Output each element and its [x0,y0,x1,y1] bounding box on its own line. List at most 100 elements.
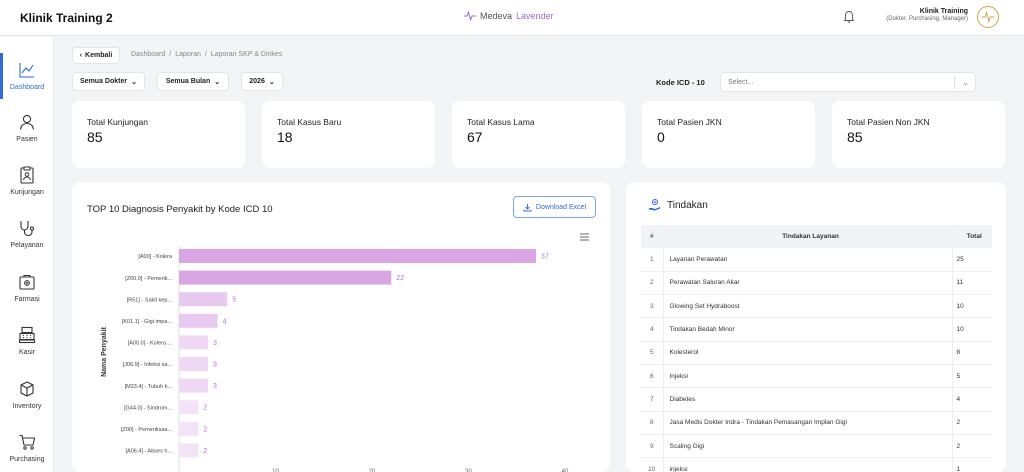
chart-bar [179,335,208,350]
chart-data-label: 4 [223,318,227,325]
row-number: 6 [641,364,663,389]
breadcrumb-item[interactable]: Laporan [175,51,201,58]
row-number: 4 [641,317,663,342]
row-total: 2 [952,434,992,459]
column-header-total: Total [952,225,992,248]
tindakan-title: Tindakan [667,200,708,211]
brand-name: Medeva [480,11,513,21]
tindakan-card: Tindakan # Tindakan Layanan Total 1 Layan… [626,182,1006,472]
row-total: 4 [952,387,992,412]
sidebar-item-kunjungan[interactable]: Kunjungan [0,156,54,206]
stat-label: Total Kasus Lama [467,117,535,127]
brand-icon [464,11,476,21]
chart-data-label: 2 [203,426,207,433]
user-name: Klinik Training [919,8,968,15]
row-tindakan-name: Diabetes [662,387,953,412]
month-filter[interactable]: Semua Bulan ⌄ [157,72,229,91]
row-number: 5 [641,341,663,365]
sidebar-item-label: Pasien [16,136,38,143]
chart-category-label: [A06.4] - Abses h... [126,449,173,455]
table-row: 8 Jasa Medis Dokter Indra - Tindakan Pema… [641,411,992,435]
sidebar: Dashboard Pasien Kunjungan Pelayanan Far… [0,37,54,472]
cash-register-icon [18,326,36,344]
row-number: 10 [641,457,663,472]
tindakan-table: # Tindakan Layanan Total 1 Layanan Perawa… [641,225,992,472]
avatar[interactable] [977,6,999,28]
sidebar-item-farmasi[interactable]: Farmasi [0,263,54,313]
month-filter-value: Semua Bulan [165,78,211,85]
chart-data-label: 3 [213,340,217,347]
sidebar-item-pasien[interactable]: Pasien [0,103,54,153]
row-total: 11 [952,271,992,296]
clipboard-icon [20,166,34,184]
breadcrumb-item[interactable]: Dashboard [131,51,165,58]
sidebar-item-purchasing[interactable]: Purchasing [0,423,54,472]
chart-data-label: 5 [232,297,236,304]
year-filter[interactable]: 2026 ⌄ [241,72,283,91]
chart-category-label: [J06.9] - Infeksi sa... [123,362,173,368]
icd-select-placeholder: Select... [728,78,754,86]
back-button-label: Kembali [85,52,113,59]
column-header-number: # [641,225,663,248]
sidebar-item-label: Pelayanan [10,242,44,249]
row-tindakan-name: Scaling Gigi [662,434,953,459]
stethoscope-icon [20,221,35,237]
brand-name-accent: Lavender [516,11,554,21]
table-row: 9 Scaling Gigi 2 [641,434,992,459]
row-number: 1 [641,248,663,272]
chart-bar [179,249,537,263]
icd-select[interactable]: Select... ⌄ [720,72,976,92]
chart-category-label: [K01.1] - Gigi impa... [122,319,173,325]
sidebar-item-kasir[interactable]: Kasir [0,316,54,366]
back-button[interactable]: ‹ Kembali [72,47,120,64]
row-total: 5 [952,364,992,389]
user-info[interactable]: Klinik Training (Dokter, Purchasing, Man… [886,8,968,22]
box-icon [20,381,34,397]
brand-logo: Medeva Lavender [464,11,554,21]
sidebar-item-label: Purchasing [9,456,45,463]
breadcrumb: Dashboard / Laporan / Laporan SKP & Dinkes [131,51,283,58]
sidebar-item-label: Farmasi [14,296,40,303]
sidebar-item-pelayanan[interactable]: Pelayanan [0,209,54,259]
stat-value: 0 [657,129,665,145]
chart-category-label: [A00] - Kolera [138,254,173,260]
stat-card-kunjungan: Total Kunjungan 85 [72,101,245,168]
stat-value: 85 [87,129,103,145]
table-row: 7 Diabetes 4 [641,387,992,412]
diagnosis-chart-card: TOP 10 Diagnosis Penyakit by Kode ICD 10… [72,182,610,472]
select-divider [954,77,955,89]
sidebar-item-inventory[interactable]: Inventory [0,370,54,420]
chart-bar [179,313,218,328]
row-tindakan-name: Tindakan Bedah Minor [662,317,953,342]
row-number: 7 [641,387,663,412]
row-tindakan-name: Kolesterol [662,341,953,365]
row-total: 1 [952,457,992,472]
table-row: 5 Kolesterol 8 [641,341,992,365]
chart-data-label: 2 [203,448,207,455]
chart-bar [179,357,208,371]
row-total: 25 [952,248,992,272]
chevron-left-icon: ‹ [79,52,83,59]
stat-label: Total Pasien JKN [657,117,722,127]
sidebar-item-dashboard[interactable]: Dashboard [0,51,54,101]
row-tindakan-name: injeksi [662,457,953,472]
sidebar-item-label: Kasir [19,349,35,356]
row-tindakan-name: Injeksi [662,364,953,389]
table-header-row: # Tindakan Layanan Total [641,225,992,248]
row-number: 2 [641,271,663,296]
chevron-down-icon: ⌄ [214,78,221,86]
chart-category-label: [Z00.0] - Pemerik... [125,276,172,282]
app-title: Klinik Training 2 [20,11,113,25]
chevron-down-icon: ⌄ [268,78,275,86]
chart-data-label: 37 [541,254,549,261]
stat-label: Total Pasien Non JKN [847,117,930,127]
doctor-filter[interactable]: Semua Dokter ⌄ [72,72,145,91]
pharmacy-icon [19,274,35,290]
stat-card-kasus-lama: Total Kasus Lama 67 [452,101,625,168]
chart-bar [179,443,199,458]
breadcrumb-item: Laporan SKP & Dinkes [210,51,283,58]
stat-label: Total Kunjungan [87,117,148,127]
chart-bar [179,421,199,436]
cart-icon [19,434,36,450]
bell-icon[interactable] [843,10,855,24]
